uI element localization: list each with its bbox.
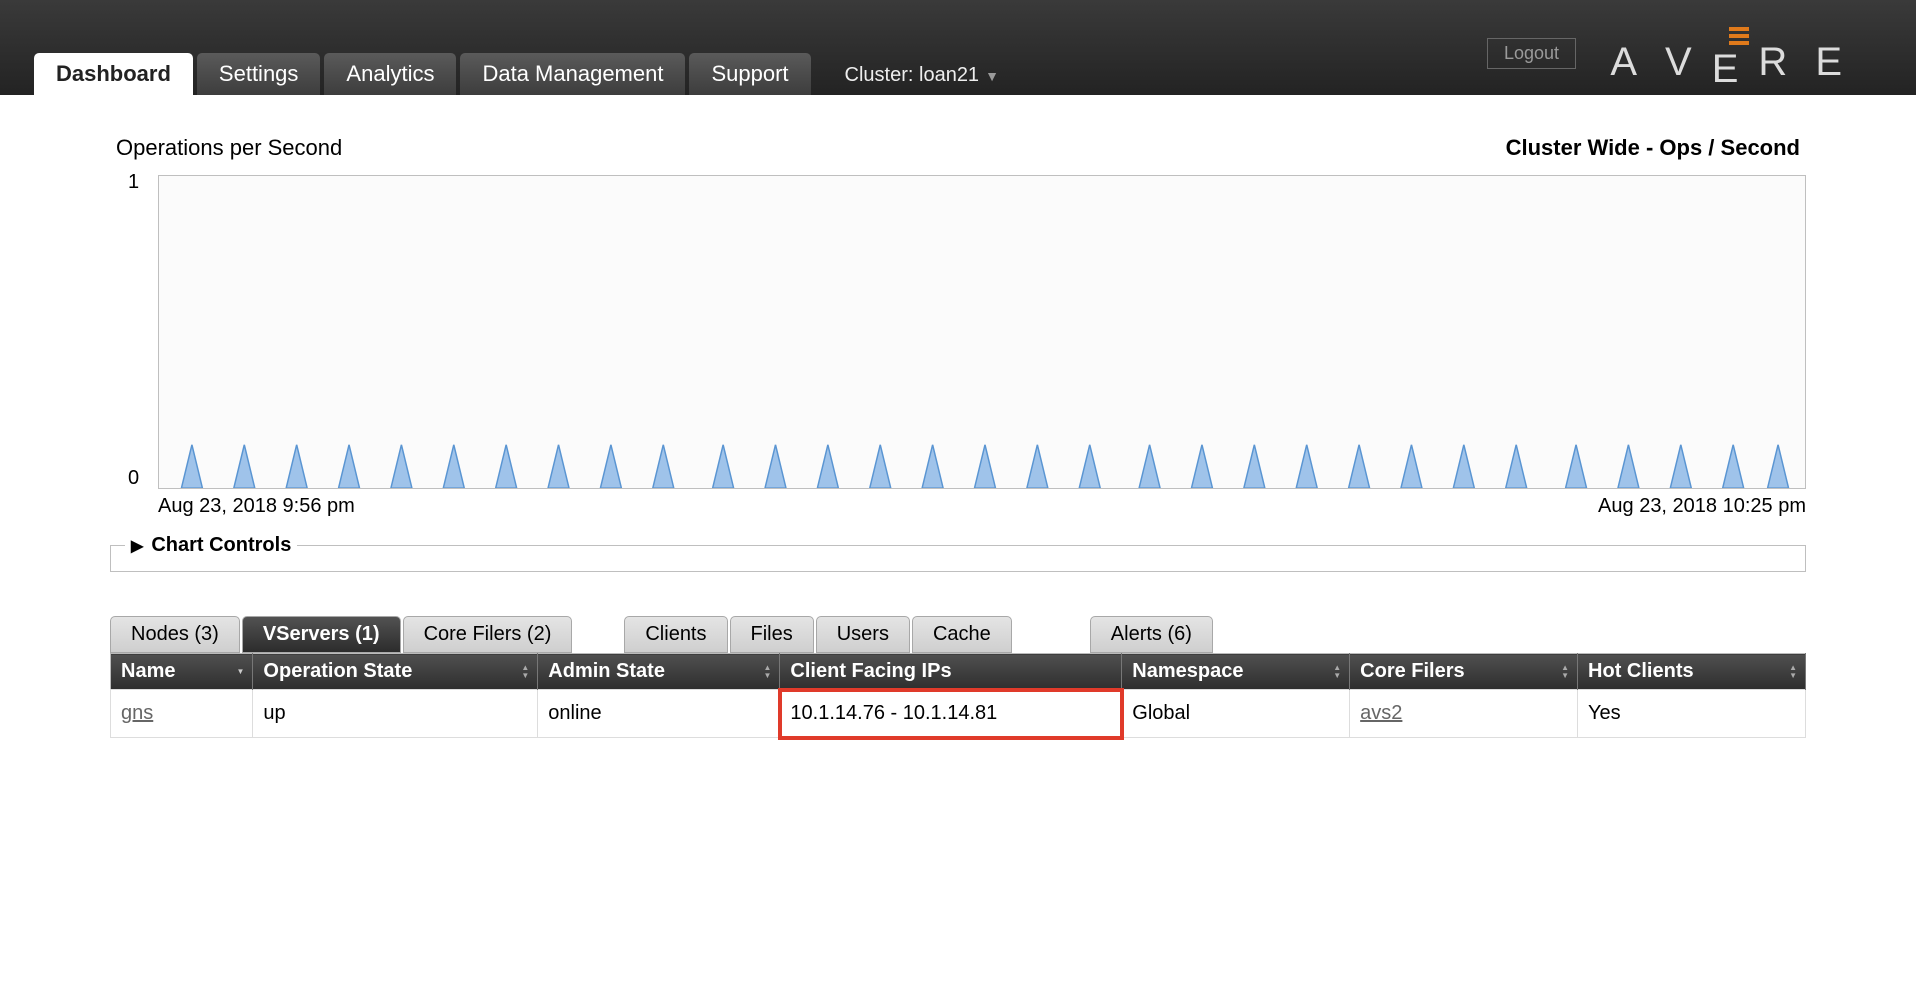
logout-button[interactable]: Logout (1487, 38, 1576, 69)
sort-icon: ▲▼ (521, 664, 529, 680)
detail-tabs-row: Nodes (3) VServers (1) Core Filers (2) C… (110, 616, 1806, 653)
table-header-row: Name▼ Operation State▲▼ Admin State▲▼ Cl… (111, 654, 1806, 690)
col-admin-state[interactable]: Admin State▲▼ (538, 654, 780, 690)
brand-accent-e: E (1712, 27, 1767, 92)
sort-desc-icon: ▼ (237, 668, 245, 676)
tab-settings[interactable]: Settings (197, 53, 321, 95)
top-bar: Logout A V E R E Dashboard Settings Anal… (0, 0, 1916, 95)
tab-nodes[interactable]: Nodes (3) (110, 616, 240, 653)
col-hot-clients[interactable]: Hot Clients▲▼ (1578, 654, 1806, 690)
tab-cache[interactable]: Cache (912, 616, 1012, 653)
vservers-table: Name▼ Operation State▲▼ Admin State▲▼ Cl… (110, 653, 1806, 738)
sort-icon: ▲▼ (1561, 664, 1569, 680)
sort-icon: ▲▼ (1789, 664, 1797, 680)
y-axis-min: 0 (128, 467, 139, 490)
tab-support[interactable]: Support (689, 53, 810, 95)
chart-svg (159, 440, 1805, 488)
tab-alerts[interactable]: Alerts (6) (1090, 616, 1213, 653)
dashboard-content: Operations per Second Cluster Wide - Ops… (0, 95, 1916, 738)
tab-dashboard[interactable]: Dashboard (34, 53, 193, 95)
cell-hot-clients: Yes (1578, 690, 1806, 738)
col-name[interactable]: Name▼ (111, 654, 253, 690)
x-axis-labels: Aug 23, 2018 9:56 pm Aug 23, 2018 10:25 … (158, 495, 1806, 518)
tab-vservers[interactable]: VServers (1) (242, 616, 401, 653)
brand-logo: A V E R E (1610, 30, 1870, 95)
cluster-selector[interactable]: Cluster: loan21 ▼ (845, 64, 999, 87)
vserver-name-link[interactable]: gns (121, 702, 153, 724)
col-client-facing-ips[interactable]: Client Facing IPs (780, 654, 1122, 690)
tab-clients[interactable]: Clients (624, 616, 727, 653)
sort-icon: ▲▼ (764, 664, 772, 680)
x-axis-end: Aug 23, 2018 10:25 pm (1598, 495, 1806, 518)
col-namespace[interactable]: Namespace▲▼ (1122, 654, 1350, 690)
cell-namespace: Global (1122, 690, 1350, 738)
chart-title-row: Operations per Second Cluster Wide - Ops… (110, 135, 1806, 161)
main-nav: Dashboard Settings Analytics Data Manage… (34, 53, 999, 95)
chart-title-right: Cluster Wide - Ops / Second (1506, 135, 1800, 161)
chart-controls-panel: ▶ Chart Controls (110, 534, 1806, 572)
chart-title-left: Operations per Second (116, 135, 342, 161)
tab-core-filers[interactable]: Core Filers (2) (403, 616, 573, 653)
chart-controls-toggle[interactable]: ▶ Chart Controls (125, 534, 297, 557)
x-axis-start: Aug 23, 2018 9:56 pm (158, 495, 355, 518)
tab-data-management[interactable]: Data Management (460, 53, 685, 95)
col-core-filers[interactable]: Core Filers▲▼ (1350, 654, 1578, 690)
chart-plot[interactable] (158, 175, 1806, 489)
core-filer-link[interactable]: avs2 (1360, 702, 1402, 724)
table-row: gns up online 10.1.14.76 - 10.1.14.81 Gl… (111, 690, 1806, 738)
cell-client-facing-ips: 10.1.14.76 - 10.1.14.81 (780, 690, 1122, 738)
tab-analytics[interactable]: Analytics (324, 53, 456, 95)
cell-admin-state: online (538, 690, 780, 738)
chevron-right-icon: ▶ (131, 536, 143, 556)
col-operation-state[interactable]: Operation State▲▼ (253, 654, 538, 690)
tab-users[interactable]: Users (816, 616, 910, 653)
y-axis-max: 1 (128, 171, 139, 194)
cell-op-state: up (253, 690, 538, 738)
tab-files[interactable]: Files (730, 616, 814, 653)
sort-icon: ▲▼ (1333, 664, 1341, 680)
chart-area: 1 0 Aug 23, 2018 9:56 pm Aug 23, 2018 10… (110, 175, 1806, 518)
chevron-down-icon: ▼ (985, 68, 999, 84)
